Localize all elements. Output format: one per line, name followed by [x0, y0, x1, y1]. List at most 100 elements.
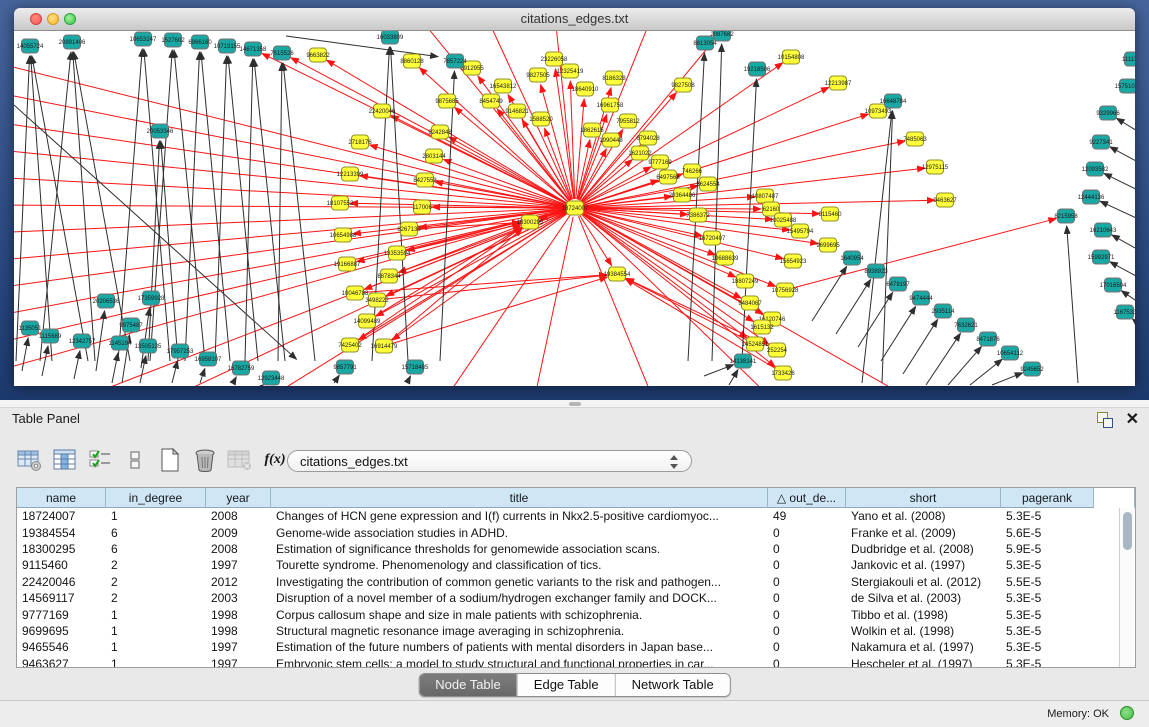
network-node[interactable]: 18640910 [572, 82, 599, 96]
table-row[interactable]: 977716911998Corpus callosum shape and si… [17, 606, 1135, 622]
network-node[interactable]: 9245652 [1020, 362, 1044, 376]
network-node[interactable]: 7386372 [686, 208, 710, 222]
network-node[interactable]: 746266 [682, 164, 703, 178]
network-node[interactable]: 10719155 [214, 39, 241, 53]
network-node[interactable]: 9463627 [933, 193, 957, 207]
network-node[interactable]: 9827505 [526, 68, 550, 82]
network-node[interactable]: 8427552 [413, 173, 437, 187]
network-node[interactable]: 1135051 [19, 321, 43, 335]
network-node[interactable]: 15718485 [402, 360, 429, 374]
network-node[interactable]: 15751074 [1115, 79, 1135, 93]
network-node[interactable]: 16961758 [597, 98, 624, 112]
network-node[interactable]: 7955812 [616, 114, 640, 128]
checklist-icon[interactable] [86, 447, 114, 473]
network-node[interactable]: 10653247 [130, 32, 157, 46]
network-node[interactable]: 1990448 [599, 133, 623, 147]
network-node[interactable]: 1111304 [1122, 52, 1135, 66]
float-panel-icon[interactable] [1097, 412, 1113, 428]
network-node[interactable]: 8938923 [864, 264, 888, 278]
table-scrollbar[interactable] [1119, 508, 1135, 667]
column-header-title[interactable]: title [271, 488, 768, 508]
network-node[interactable]: 8454749 [479, 94, 503, 108]
network-node[interactable]: 1145194 [109, 336, 133, 350]
network-canvas[interactable]: 1872400796638228860128891295523226058982… [14, 31, 1135, 386]
network-node[interactable]: 13353594 [384, 246, 411, 260]
column-header-out_degree[interactable]: △ out_de... [768, 488, 846, 508]
column-header-in_degree[interactable]: in_degree [106, 488, 206, 508]
network-node[interactable]: 1588520 [529, 112, 553, 126]
network-node[interactable]: 6966160 [188, 35, 212, 49]
network-node[interactable]: 1640954 [840, 251, 864, 265]
network-node[interactable]: 9146821 [505, 104, 529, 118]
table-row[interactable]: 2242004622012Investigating the contribut… [17, 574, 1135, 590]
network-node[interactable]: 2718176 [348, 135, 372, 149]
rows-icon[interactable] [121, 447, 149, 473]
zoom-window-icon[interactable] [64, 13, 76, 25]
network-node[interactable]: 10807487 [752, 189, 779, 203]
column-header-short[interactable]: short [846, 488, 1001, 508]
function-builder-icon[interactable]: f(x) [261, 447, 289, 473]
network-node[interactable]: 6794028 [636, 131, 660, 145]
table-mode-icon[interactable] [16, 447, 44, 473]
close-panel-icon[interactable]: ✕ [1126, 409, 1139, 429]
memory-status-icon[interactable] [1120, 706, 1134, 720]
column-header-year[interactable]: year [206, 488, 271, 508]
network-node[interactable]: 12342757 [69, 334, 96, 348]
new-file-icon[interactable] [156, 447, 184, 473]
network-node[interactable]: 8215958 [1054, 209, 1078, 223]
network-node[interactable]: 18807249 [732, 274, 759, 288]
network-node[interactable]: 2803144 [422, 149, 446, 163]
network-node[interactable]: 8878344 [377, 269, 401, 283]
network-node[interactable]: 7515526 [270, 46, 294, 60]
network-node[interactable]: 14138141 [730, 354, 757, 368]
network-node[interactable]: 20206536 [93, 294, 120, 308]
network-node[interactable]: 1615132 [750, 320, 774, 334]
network-node[interactable]: 1862615 [580, 123, 604, 137]
network-node[interactable]: 1115689 [39, 329, 62, 343]
table-row[interactable]: 946554611997Estimation of the future num… [17, 639, 1135, 655]
network-node[interactable]: 9474444 [909, 291, 933, 305]
network-node[interactable]: 9857791 [333, 360, 357, 374]
network-node[interactable]: 9875685 [435, 94, 459, 108]
table-row[interactable]: 946362711997Embryonic stem cells: a mode… [17, 656, 1135, 668]
tab-node-table[interactable]: Node Table [419, 674, 517, 696]
network-node[interactable]: 20891406 [59, 35, 86, 49]
table-row[interactable]: 1830029562008Estimation of significance … [17, 541, 1135, 557]
network-node[interactable]: 1167533 [1114, 305, 1135, 319]
network-node[interactable]: 3624554 [696, 177, 720, 191]
network-node[interactable]: 16958107 [195, 352, 222, 366]
network-node[interactable]: 10154808 [778, 50, 805, 64]
show-columns-icon[interactable] [51, 447, 79, 473]
network-node[interactable]: 9242848 [428, 125, 452, 139]
network-node[interactable]: 9827508 [671, 78, 695, 92]
network-node[interactable]: 8267130 [397, 222, 421, 236]
network-node[interactable]: 15654923 [780, 254, 807, 268]
network-node[interactable]: 9115460 [819, 207, 843, 221]
network-node[interactable]: 16782759 [228, 361, 255, 375]
network-node[interactable]: 7632621 [954, 318, 978, 332]
network-node[interactable]: 12213399 [337, 167, 364, 181]
network-node[interactable]: 12975115 [922, 160, 949, 174]
table-row[interactable]: 1456911722003Disruption of a novel membe… [17, 590, 1135, 606]
network-node[interactable]: 8186328 [602, 71, 626, 85]
network-node[interactable]: 6479197 [886, 277, 910, 291]
network-node[interactable]: 14055724 [17, 39, 44, 53]
network-node[interactable]: 252254 [767, 343, 788, 357]
network-node[interactable]: 7857224 [443, 54, 467, 68]
trash-icon[interactable] [191, 447, 219, 473]
tab-network-table[interactable]: Network Table [615, 674, 730, 696]
network-node[interactable]: 9699695 [816, 238, 840, 252]
close-window-icon[interactable] [30, 13, 42, 25]
network-node[interactable]: 17016504 [1100, 278, 1127, 292]
network-node[interactable]: 16720407 [699, 231, 726, 245]
minimize-window-icon[interactable] [47, 13, 59, 25]
network-node[interactable]: 1733426 [771, 366, 795, 380]
network-node[interactable]: 9484067 [738, 296, 762, 310]
network-node[interactable]: 16033809 [377, 31, 404, 44]
network-node[interactable]: 8471876 [976, 332, 1000, 346]
network-node[interactable]: 3498222 [365, 293, 389, 307]
column-header-pagerank[interactable]: pagerank [1001, 488, 1094, 508]
table-selector-dropdown[interactable]: citations_edges.txt [287, 450, 692, 472]
network-node[interactable]: 9663822 [306, 48, 330, 62]
network-node[interactable]: 1527602 [161, 33, 185, 47]
